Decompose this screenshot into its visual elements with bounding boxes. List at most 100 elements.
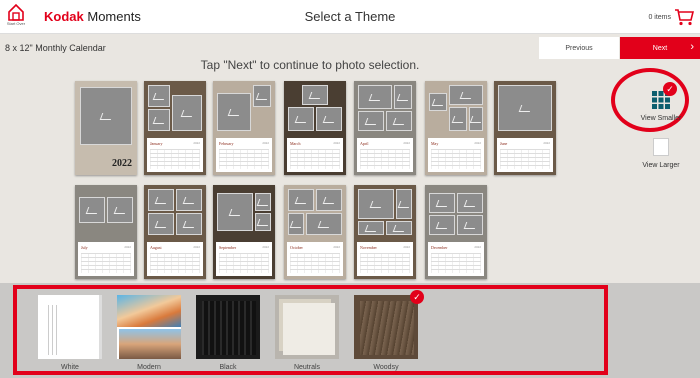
photo-placeholder <box>172 95 202 131</box>
date-grid <box>431 149 481 169</box>
instruction-text: Tap "Next" to continue to photo selectio… <box>200 58 420 72</box>
month-name: February <box>219 141 234 146</box>
calendar-page-october[interactable]: October 2022 <box>284 185 346 279</box>
date-grid <box>360 149 410 169</box>
photo-placeholder <box>316 189 342 211</box>
date-grid <box>81 253 131 273</box>
month-grid: November 2022 <box>357 242 413 276</box>
calendar-page-september[interactable]: September 2022 <box>213 185 275 279</box>
photo-placeholder <box>469 107 483 131</box>
month-name: January <box>150 141 163 146</box>
photo-placeholder <box>217 193 253 231</box>
month-grid: August 2022 <box>147 242 203 276</box>
photo-placeholder <box>148 213 174 235</box>
photo-placeholder <box>217 93 251 131</box>
photo-placeholder <box>302 85 328 105</box>
month-year: 2022 <box>403 245 410 249</box>
photo-placeholder <box>498 85 552 131</box>
previous-button[interactable]: Previous <box>539 37 619 59</box>
next-label: Next <box>652 44 668 52</box>
chevron-right-icon: › <box>690 41 694 53</box>
kodak-moments-logo: Kodak Moments <box>44 9 141 24</box>
calendar-page-july[interactable]: July 2022 <box>75 185 137 279</box>
month-year: 2022 <box>262 245 269 249</box>
photo-placeholder <box>148 109 170 131</box>
calendar-page-august[interactable]: August 2022 <box>144 185 206 279</box>
photo-placeholder <box>429 193 455 213</box>
cart-icon <box>675 9 694 26</box>
start-over-button[interactable]: Start Over <box>4 3 28 31</box>
photo-placeholder <box>457 193 483 213</box>
calendar-page-june[interactable]: June 2022 <box>494 81 556 175</box>
calendar-page-january[interactable]: January 2022 <box>144 81 206 175</box>
month-name: August <box>150 245 162 250</box>
month-grid: June 2022 <box>497 138 553 172</box>
single-page-icon <box>653 138 669 156</box>
next-button[interactable]: Next › <box>620 37 700 59</box>
month-name: December <box>431 245 448 250</box>
calendar-page-april[interactable]: April 2022 <box>354 81 416 175</box>
month-year: 2022 <box>333 141 340 145</box>
photo-placeholder <box>253 85 271 107</box>
month-name: March <box>290 141 301 146</box>
date-grid <box>150 253 200 273</box>
photo-placeholder <box>316 107 342 131</box>
cover-year: 2022 <box>112 158 132 169</box>
photo-placeholder <box>288 213 304 235</box>
month-grid: September 2022 <box>216 242 272 276</box>
month-name: September <box>219 245 237 250</box>
photo-placeholder <box>358 221 384 235</box>
photo-placeholder <box>79 197 105 223</box>
month-year: 2022 <box>474 141 481 145</box>
photo-placeholder <box>429 215 455 235</box>
photo-placeholder <box>358 189 394 219</box>
month-name: April <box>360 141 369 146</box>
calendar-page-may[interactable]: May 2022 <box>425 81 487 175</box>
view-smaller-button[interactable]: View Smaller <box>636 86 686 122</box>
month-grid: April 2022 <box>357 138 413 172</box>
month-grid: July 2022 <box>78 242 134 276</box>
month-year: 2022 <box>474 245 481 249</box>
photo-placeholder <box>429 93 447 111</box>
photo-placeholder <box>449 107 467 131</box>
photo-placeholder <box>386 221 412 235</box>
month-grid: May 2022 <box>428 138 484 172</box>
photo-placeholder <box>288 107 314 131</box>
calendar-cover[interactable]: 2022 <box>75 81 137 175</box>
photo-placeholder <box>449 85 483 105</box>
month-grid: February 2022 <box>216 138 272 172</box>
photo-placeholder <box>457 215 483 235</box>
photo-placeholder <box>306 213 342 235</box>
date-grid <box>150 149 200 169</box>
start-over-label: Start Over <box>6 21 26 26</box>
month-year: 2022 <box>124 245 131 249</box>
logo-suffix: Moments <box>87 9 141 24</box>
date-grid <box>290 149 340 169</box>
month-year: 2022 <box>193 245 200 249</box>
calendar-page-march[interactable]: March 2022 <box>284 81 346 175</box>
photo-placeholder <box>148 189 174 211</box>
selected-check-icon: ✓ <box>663 82 677 96</box>
calendar-page-december[interactable]: December 2022 <box>425 185 487 279</box>
photo-placeholder <box>107 197 133 223</box>
month-year: 2022 <box>262 141 269 145</box>
photo-placeholder <box>358 85 392 109</box>
month-name: October <box>290 245 303 250</box>
month-name: June <box>500 141 508 146</box>
month-name: May <box>431 141 439 146</box>
view-larger-button[interactable]: View Larger <box>632 138 690 169</box>
date-grid <box>219 149 269 169</box>
photo-placeholder <box>394 85 412 109</box>
calendar-page-february[interactable]: February 2022 <box>213 81 275 175</box>
photo-placeholder <box>386 111 412 131</box>
cart-button[interactable]: 0 items <box>648 7 694 27</box>
calendar-page-november[interactable]: November 2022 <box>354 185 416 279</box>
product-name: 8 x 12" Monthly Calendar <box>5 43 106 53</box>
date-grid <box>219 253 269 273</box>
photo-placeholder <box>396 189 412 219</box>
month-year: 2022 <box>543 141 550 145</box>
month-grid: March 2022 <box>287 138 343 172</box>
photo-placeholder <box>255 213 271 231</box>
view-smaller-label: View Smaller <box>640 115 682 122</box>
photo-placeholder <box>148 85 170 107</box>
